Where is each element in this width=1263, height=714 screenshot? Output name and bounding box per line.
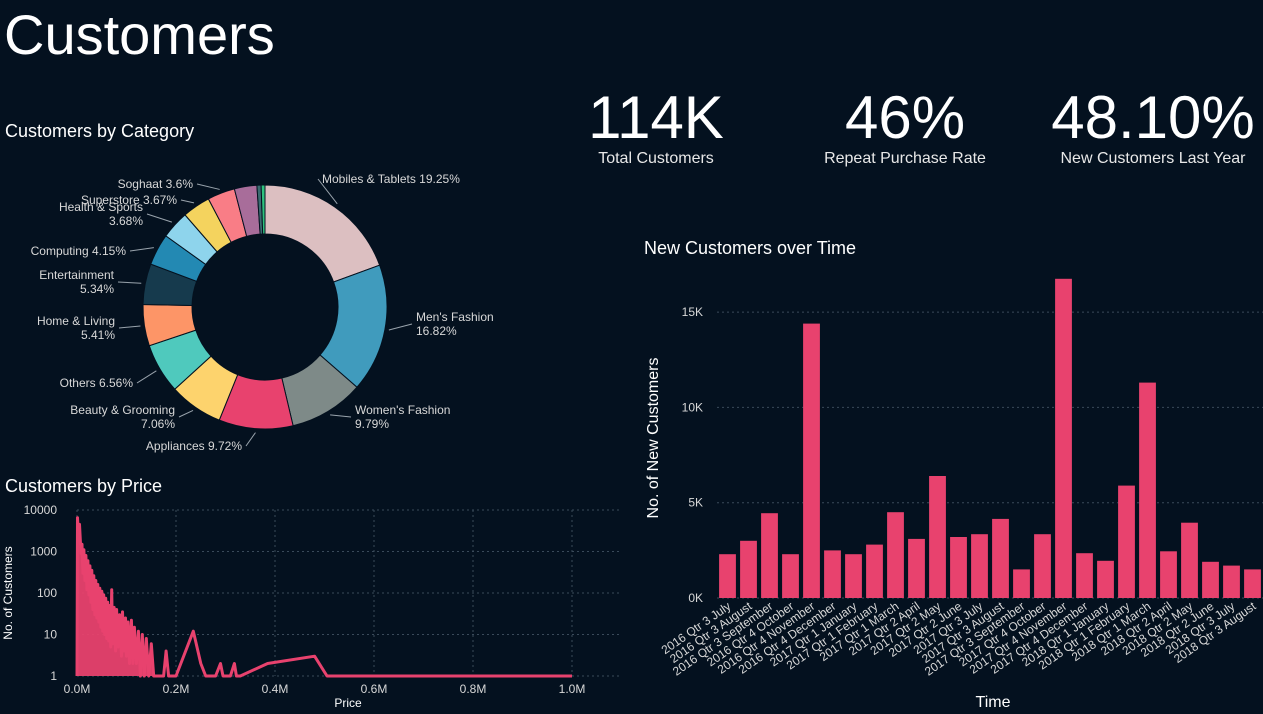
kpi-value: 48.10% — [1051, 84, 1255, 151]
slice-percent: 16.82% — [416, 324, 457, 338]
x-axis-title: Time — [976, 694, 1011, 711]
slice-label: Beauty & Grooming — [70, 403, 175, 417]
slice-percent: 3.68% — [109, 214, 143, 228]
x-tick-label: 0.2M — [163, 682, 190, 696]
bar — [908, 538, 925, 598]
kpi-value: 46% — [844, 84, 966, 151]
y-axis-title: No. of New Customers — [645, 358, 662, 519]
bar — [782, 554, 799, 598]
leader-line — [146, 213, 173, 223]
leader-line — [178, 409, 194, 418]
slice-label: Home & Living — [37, 314, 115, 328]
page-title: Customers — [4, 3, 275, 66]
y-tick-label: 1000 — [30, 545, 57, 559]
y-tick-label: 1 — [50, 669, 57, 683]
slice-label: Appliances 9.72% — [146, 439, 242, 453]
price-chart-title: Customers by Price — [5, 476, 163, 496]
bar — [1097, 560, 1114, 598]
bar — [1181, 522, 1198, 598]
y-tick-label: 10 — [44, 628, 58, 642]
donut-slice — [264, 184, 381, 283]
bar — [845, 554, 862, 598]
time-chart-title: New Customers over Time — [644, 238, 857, 258]
slice-label: Superstore 3.67% — [81, 193, 177, 207]
bar — [866, 544, 883, 598]
category-chart-title: Customers by Category — [5, 121, 195, 141]
slice-label: Mobiles & Tablets 19.25% — [322, 172, 460, 186]
x-tick-label: 0.4M — [262, 682, 289, 696]
slice-label: Computing 4.15% — [31, 244, 127, 258]
leader-line — [118, 325, 141, 329]
bar — [887, 512, 904, 598]
y-axis-title: No. of Customers — [1, 546, 15, 639]
leader-line — [136, 370, 157, 384]
leader-line — [196, 183, 220, 190]
category-donut-chart: Mobiles & Tablets 19.25% Men's Fashion16.… — [31, 172, 494, 453]
slice-percent: 5.34% — [80, 282, 114, 296]
bar — [1160, 551, 1177, 598]
x-tick-label: 0.8M — [460, 682, 487, 696]
kpi-total-customers: 114K Total Customers — [546, 86, 766, 168]
x-tick-label: 1.0M — [559, 682, 586, 696]
bar — [1034, 534, 1051, 598]
y-tick-label: 10000 — [24, 503, 58, 517]
kpi-label: New Customers Last Year — [1060, 150, 1246, 167]
bar — [1202, 561, 1219, 598]
bar — [1244, 569, 1261, 598]
slice-label: Others 6.56% — [60, 376, 134, 390]
bar — [1076, 553, 1093, 598]
slice-label: Entertainment — [39, 268, 114, 282]
bar — [719, 554, 736, 598]
y-tick-label: 5K — [688, 496, 703, 510]
leader-line — [388, 323, 413, 331]
bar — [992, 518, 1009, 598]
kpi-new-customers-last-year: 48.10% New Customers Last Year — [1043, 86, 1263, 168]
slice-label: Men's Fashion — [416, 310, 494, 324]
leader-line — [129, 247, 154, 252]
y-tick-label: 0K — [688, 591, 703, 605]
slice-percent: 9.79% — [355, 417, 389, 431]
x-tick-label: 0.0M — [64, 682, 91, 696]
bar — [761, 513, 778, 598]
time-bar-chart: 0K5K10K15K2016 Qtr 3 July2016 Qtr 3 Augu… — [645, 278, 1263, 711]
kpi-label: Total Customers — [598, 150, 714, 167]
kpi-repeat-purchase-rate: 46% Repeat Purchase Rate — [795, 86, 1015, 168]
slice-percent: 5.41% — [81, 328, 115, 342]
kpi-value: 114K — [588, 84, 724, 151]
bar — [1139, 382, 1156, 598]
price-line — [75, 516, 572, 678]
bar — [1118, 485, 1135, 598]
leader-line — [117, 281, 142, 284]
price-line-chart: 1 10 100 1000 10000 0.0M 0.2M 0.4M 0.6M 0.8M 1.0M P… — [1, 503, 620, 710]
bar — [824, 550, 841, 598]
bar — [740, 540, 757, 598]
y-tick-label: 100 — [37, 586, 57, 600]
leader-line — [330, 414, 352, 418]
slice-percent: 7.06% — [141, 417, 175, 431]
x-tick-label: 0.6M — [361, 682, 388, 696]
kpi-label: Repeat Purchase Rate — [824, 150, 986, 167]
leader-line — [180, 199, 195, 204]
slice-label: Women's Fashion — [355, 403, 450, 417]
bar — [1055, 278, 1072, 598]
y-tick-label: 15K — [682, 305, 703, 319]
bar — [1013, 569, 1030, 598]
bar — [971, 534, 988, 598]
x-axis-title: Price — [334, 696, 362, 710]
y-tick-label: 10K — [682, 400, 703, 414]
bar — [950, 537, 967, 598]
slice-label: Soghaat 3.6% — [118, 177, 194, 191]
leader-line — [245, 432, 256, 447]
bar — [803, 323, 820, 598]
bar — [929, 476, 946, 598]
bar — [1223, 565, 1240, 598]
